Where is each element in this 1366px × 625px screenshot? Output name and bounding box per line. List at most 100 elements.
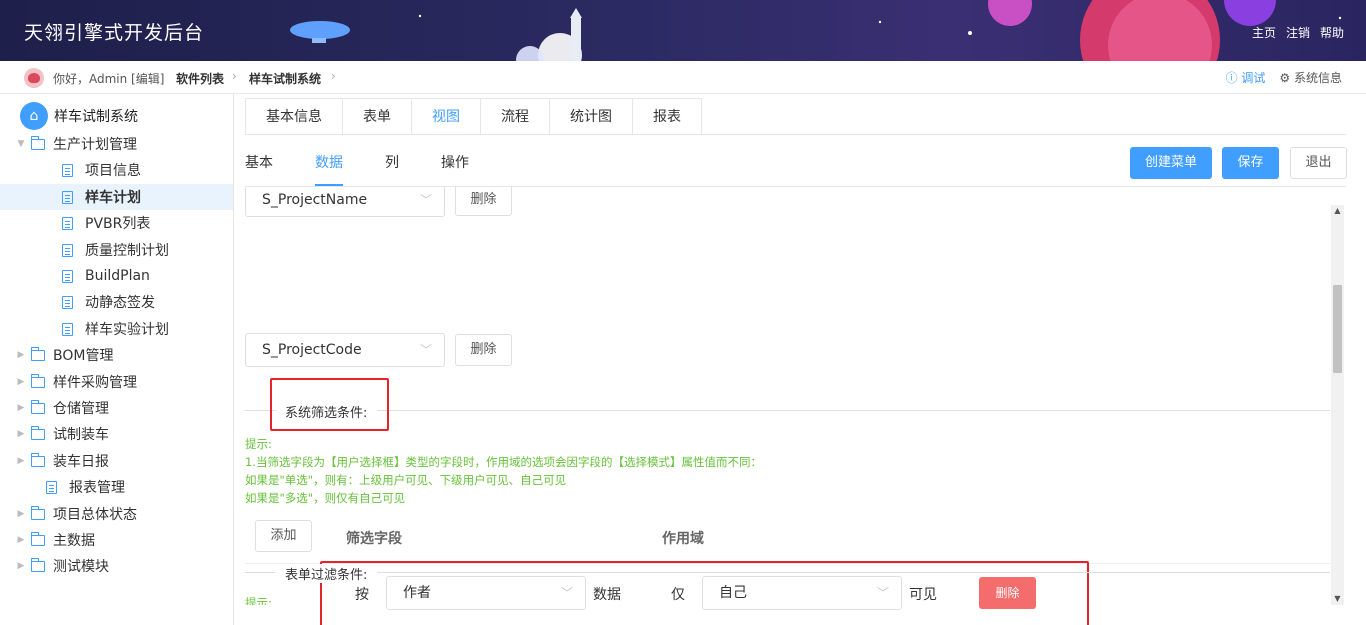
document-icon	[62, 295, 73, 309]
scrollbar-thumb[interactable]	[1333, 285, 1342, 373]
sidebar-item-label: 项目信息	[85, 163, 141, 179]
highlight-box	[320, 561, 1089, 625]
sidebar-item[interactable]: 样车计划	[0, 184, 233, 210]
sidebar-item[interactable]: 报表管理	[0, 474, 233, 500]
folder-icon	[31, 346, 45, 361]
section-divider	[245, 572, 1330, 573]
subtab-data[interactable]: 数据	[315, 146, 343, 186]
folder-icon	[31, 135, 45, 150]
sidebar-item-label: 仓储管理	[53, 401, 109, 417]
sidebar-item[interactable]: ▶ 试制装车	[0, 421, 233, 447]
sidebar-root[interactable]: ⌂ 样车试制系统	[20, 102, 138, 130]
section-divider	[245, 410, 1330, 411]
caret-right-icon[interactable]: ▶	[14, 561, 28, 571]
app-title: 天翎引擎式开发后台	[24, 22, 205, 44]
hint-line: 1.当筛选字段为【用户选择框】类型的字段时，作用域的选项会因字段的【选择模式】属…	[245, 455, 762, 469]
app-header: 天翎引擎式开发后台 主页 注销 帮助	[0, 0, 1366, 61]
breadcrumb-current[interactable]: 样车试制系统	[249, 70, 321, 87]
avatar[interactable]	[24, 68, 44, 88]
sidebar-item-label: 报表管理	[69, 480, 125, 496]
caret-right-icon[interactable]: ▶	[14, 350, 28, 360]
caret-right-icon[interactable]: ▶	[14, 403, 28, 413]
sidebar-item[interactable]: ▶ 样件采购管理	[0, 369, 233, 395]
header-links: 主页 注销 帮助	[1252, 24, 1344, 41]
sidebar-item-label: 主数据	[53, 533, 95, 549]
help-link[interactable]: 帮助	[1320, 24, 1344, 41]
system-info-link[interactable]: ⚙ 系统信息	[1279, 69, 1342, 86]
field-select[interactable]: S_ProjectName ﹀	[245, 187, 445, 217]
sub-tabs: 基本 数据 列 操作	[245, 146, 469, 186]
caret-right-icon[interactable]: ▶	[14, 509, 28, 519]
main-tabs: 基本信息 表单 视图 流程 统计图 报表	[245, 98, 702, 135]
sidebar-item-label: 样件采购管理	[53, 375, 137, 391]
save-button[interactable]: 保存	[1222, 147, 1279, 179]
subtab-basic[interactable]: 基本	[245, 146, 273, 186]
field-select[interactable]: S_ProjectCode ﹀	[245, 333, 445, 367]
debug-link[interactable]: ⓘ 调试	[1226, 69, 1266, 86]
content-scrollbar[interactable]: ▲ ▼	[1331, 205, 1344, 605]
main-panel: 基本信息 表单 视图 流程 统计图 报表 基本 数据 列 操作 创建菜单 保存 …	[234, 94, 1366, 625]
sidebar-item-label: PVBR列表	[85, 216, 151, 232]
tab-flow[interactable]: 流程	[481, 99, 550, 135]
field-select-value: S_ProjectName	[262, 192, 368, 208]
sidebar-item[interactable]: 项目信息	[0, 157, 233, 183]
scroll-down-icon[interactable]: ▼	[1331, 593, 1344, 605]
caret-right-icon[interactable]: ▶	[14, 535, 28, 545]
greeting[interactable]: 你好，Admin [编辑]	[53, 70, 164, 87]
folder-icon	[31, 399, 45, 414]
document-icon	[62, 269, 73, 283]
folder-icon	[31, 505, 45, 520]
folder-icon	[31, 557, 45, 572]
caret-right-icon[interactable]: ▶	[14, 377, 28, 387]
tab-chart[interactable]: 统计图	[550, 99, 633, 135]
folder-icon	[31, 531, 45, 546]
sidebar-item-label: 项目总体状态	[53, 507, 137, 523]
sidebar-item-label: 生产计划管理	[53, 137, 137, 153]
sidebar-item[interactable]: BuildPlan	[0, 263, 233, 289]
sidebar-item[interactable]: 动静态签发	[0, 289, 233, 315]
breadcrumb-separator-icon: ›	[331, 69, 336, 83]
sidebar-item[interactable]: ▶ 装车日报	[0, 448, 233, 474]
create-menu-button[interactable]: 创建菜单	[1130, 147, 1212, 179]
sidebar-item-label: 样车计划	[85, 190, 141, 206]
delete-field-button[interactable]: 删除	[455, 187, 512, 216]
caret-right-icon[interactable]: ▶	[14, 456, 28, 466]
hint-line: 如果是"多选"，则仅有自己可见	[245, 491, 406, 505]
sidebar-item[interactable]: ▶ 项目总体状态	[0, 501, 233, 527]
sidebar-item[interactable]: ▶ 测试模块	[0, 553, 233, 579]
home-icon: ⌂	[20, 102, 48, 130]
tab-form[interactable]: 表单	[343, 99, 412, 135]
document-icon	[62, 216, 73, 230]
tab-view[interactable]: 视图	[412, 99, 481, 135]
sidebar-item[interactable]: ▶ BOM管理	[0, 342, 233, 368]
sidebar-item[interactable]: PVBR列表	[0, 210, 233, 236]
logout-link[interactable]: 注销	[1286, 24, 1310, 41]
sidebar-item[interactable]: 样车实验计划	[0, 316, 233, 342]
document-icon	[46, 480, 57, 494]
delete-field-button[interactable]: 删除	[455, 334, 512, 366]
exit-button[interactable]: 退出	[1290, 147, 1347, 179]
sidebar-item[interactable]: ▶ 仓储管理	[0, 395, 233, 421]
caret-down-icon[interactable]: ▼	[14, 139, 28, 149]
sidebar-item[interactable]: 质量控制计划	[0, 237, 233, 263]
caret-right-icon[interactable]: ▶	[14, 429, 28, 439]
header-decoration	[290, 0, 1342, 61]
add-filter-button[interactable]: 添加	[255, 520, 312, 552]
hint-line: 如果是"单选"，则有：上级用户可见、下级用户可见、自己可见	[245, 473, 567, 487]
divider	[245, 134, 1346, 135]
scroll-up-icon[interactable]: ▲	[1331, 205, 1344, 217]
chevron-down-icon: ﹀	[419, 193, 432, 207]
folder-icon	[31, 373, 45, 388]
sidebar-item-label: 试制装车	[53, 427, 109, 443]
sidebar-item[interactable]: ▼ 生产计划管理	[0, 131, 233, 157]
home-link[interactable]: 主页	[1252, 24, 1276, 41]
tab-basic-info[interactable]: 基本信息	[246, 99, 343, 135]
sidebar-item-label: BOM管理	[53, 348, 114, 364]
subtab-operations[interactable]: 操作	[441, 146, 469, 186]
sidebar-item[interactable]: ▶ 主数据	[0, 527, 233, 553]
tab-report[interactable]: 报表	[633, 99, 701, 135]
sidebar-item-label: 动静态签发	[85, 295, 155, 311]
subtab-columns[interactable]: 列	[385, 146, 399, 186]
breadcrumb-software-list[interactable]: 软件列表	[176, 70, 224, 87]
column-header-field: 筛选字段	[346, 531, 402, 547]
